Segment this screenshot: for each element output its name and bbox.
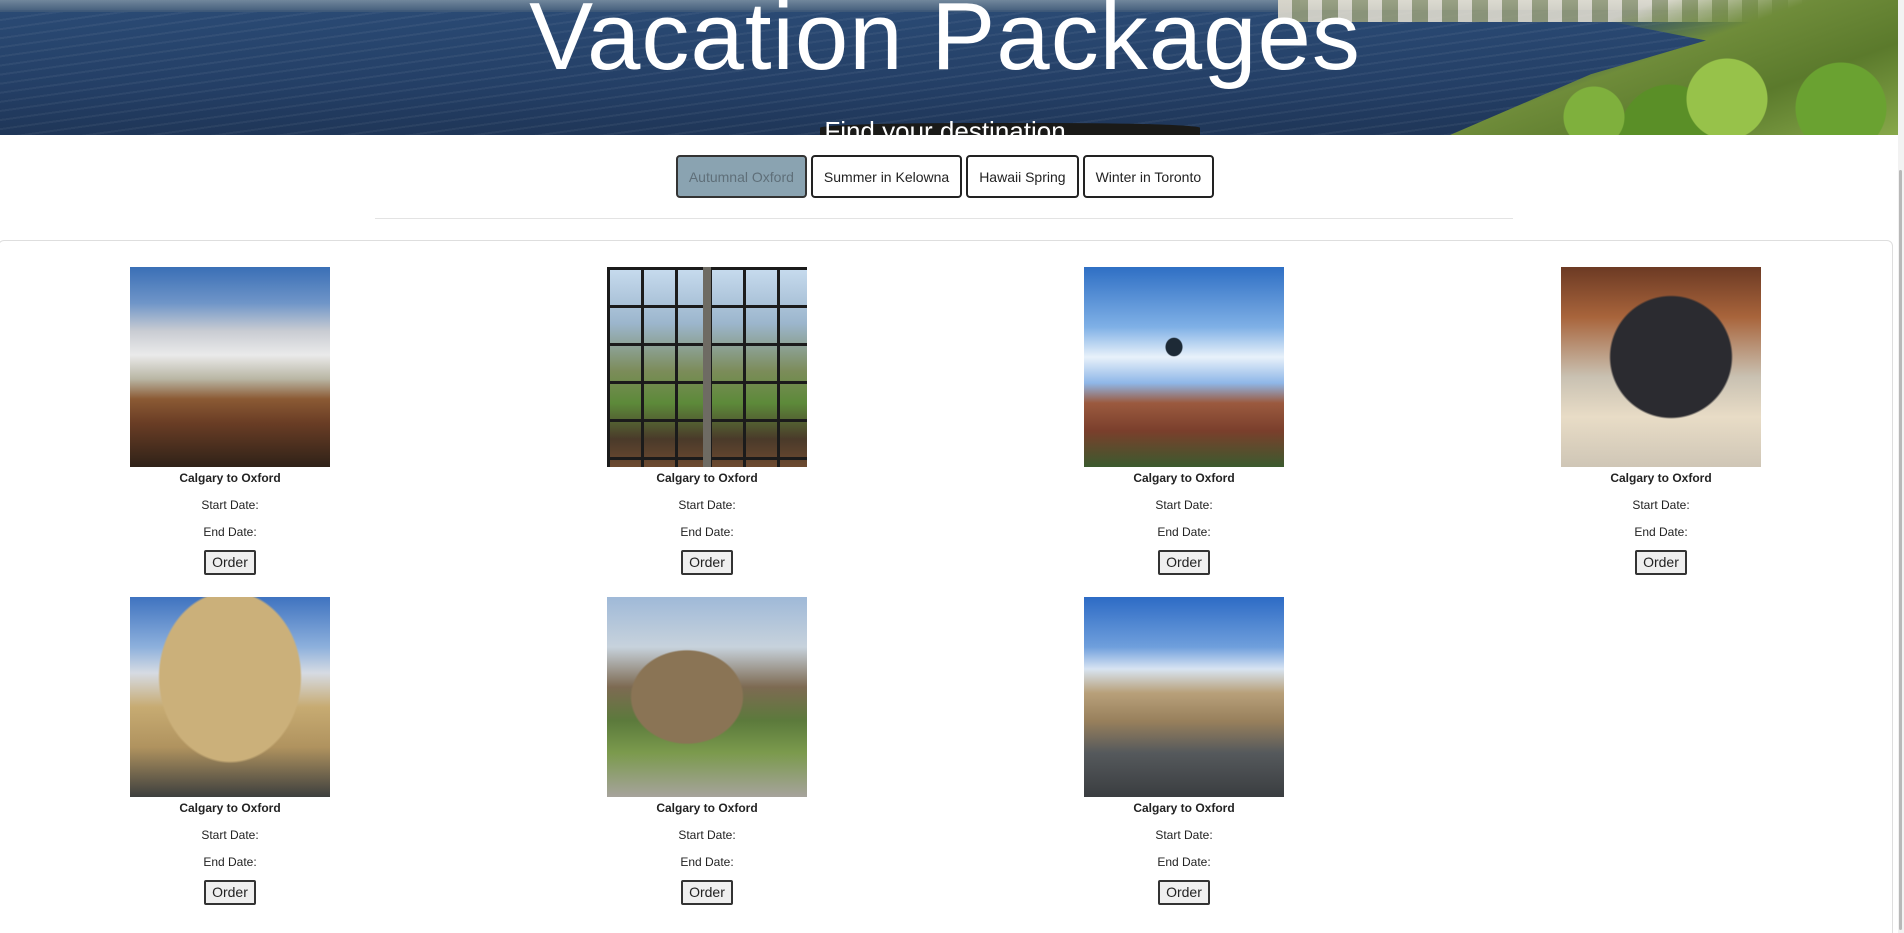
package-destination: Calgary to Oxford [1133, 801, 1235, 815]
package-end-date: End Date: [203, 855, 257, 869]
package-end-date: End Date: [1634, 525, 1688, 539]
tab-winter-in-toronto[interactable]: Winter in Toronto [1082, 155, 1215, 198]
package-destination: Calgary to Oxford [179, 471, 281, 485]
order-button[interactable]: Order [681, 550, 733, 575]
package-start-date: Start Date: [201, 498, 259, 512]
package-end-date: End Date: [680, 855, 734, 869]
order-button[interactable]: Order [204, 880, 256, 905]
package-destination: Calgary to Oxford [656, 801, 758, 815]
package-start-date: Start Date: [678, 498, 736, 512]
package-destination: Calgary to Oxford [1610, 471, 1712, 485]
package-photo [607, 597, 807, 797]
package-photo [130, 267, 330, 467]
page-scrollbar[interactable] [1898, 0, 1904, 933]
package-card: Calgary to Oxford Start Date: End Date: … [607, 597, 807, 905]
order-button[interactable]: Order [1158, 880, 1210, 905]
package-start-date: Start Date: [1632, 498, 1690, 512]
package-end-date: End Date: [1157, 525, 1211, 539]
package-end-date: End Date: [203, 525, 257, 539]
package-photo [1084, 267, 1284, 467]
order-button[interactable]: Order [1635, 550, 1687, 575]
package-card: Calgary to Oxford Start Date: End Date: … [1084, 597, 1284, 905]
hero-subtitle: Find your destination [824, 116, 1066, 135]
package-photo [1561, 267, 1761, 467]
package-card: Calgary to Oxford Start Date: End Date: … [130, 267, 330, 575]
destination-tabs: Autumnal Oxford Summer in Kelowna Hawaii… [0, 155, 1890, 198]
package-card: Calgary to Oxford Start Date: End Date: … [1084, 267, 1284, 575]
scrollbar-thumb[interactable] [1899, 170, 1902, 930]
package-start-date: Start Date: [201, 828, 259, 842]
package-start-date: Start Date: [1155, 828, 1213, 842]
hero-title: Vacation Packages [529, 0, 1361, 90]
package-card: Calgary to Oxford Start Date: End Date: … [1561, 267, 1761, 575]
package-card: Calgary to Oxford Start Date: End Date: … [130, 597, 330, 905]
tab-summer-in-kelowna[interactable]: Summer in Kelowna [810, 155, 963, 198]
package-photo [607, 267, 807, 467]
package-card: Calgary to Oxford Start Date: End Date: … [607, 267, 807, 575]
package-photo [130, 597, 330, 797]
package-destination: Calgary to Oxford [1133, 471, 1235, 485]
package-destination: Calgary to Oxford [179, 801, 281, 815]
order-button[interactable]: Order [204, 550, 256, 575]
tab-hawaii-spring[interactable]: Hawaii Spring [966, 155, 1079, 198]
package-end-date: End Date: [680, 525, 734, 539]
hero-banner: Vacation Packages Find your destination [0, 0, 1898, 135]
package-photo [1084, 597, 1284, 797]
package-end-date: End Date: [1157, 855, 1211, 869]
package-start-date: Start Date: [678, 828, 736, 842]
tab-autumnal-oxford[interactable]: Autumnal Oxford [675, 155, 807, 198]
tabs-divider [375, 218, 1513, 219]
package-destination: Calgary to Oxford [656, 471, 758, 485]
page: Vacation Packages Find your destination … [0, 0, 1898, 933]
package-start-date: Start Date: [1155, 498, 1213, 512]
packages-panel: Calgary to Oxford Start Date: End Date: … [0, 240, 1893, 933]
order-button[interactable]: Order [681, 880, 733, 905]
order-button[interactable]: Order [1158, 550, 1210, 575]
